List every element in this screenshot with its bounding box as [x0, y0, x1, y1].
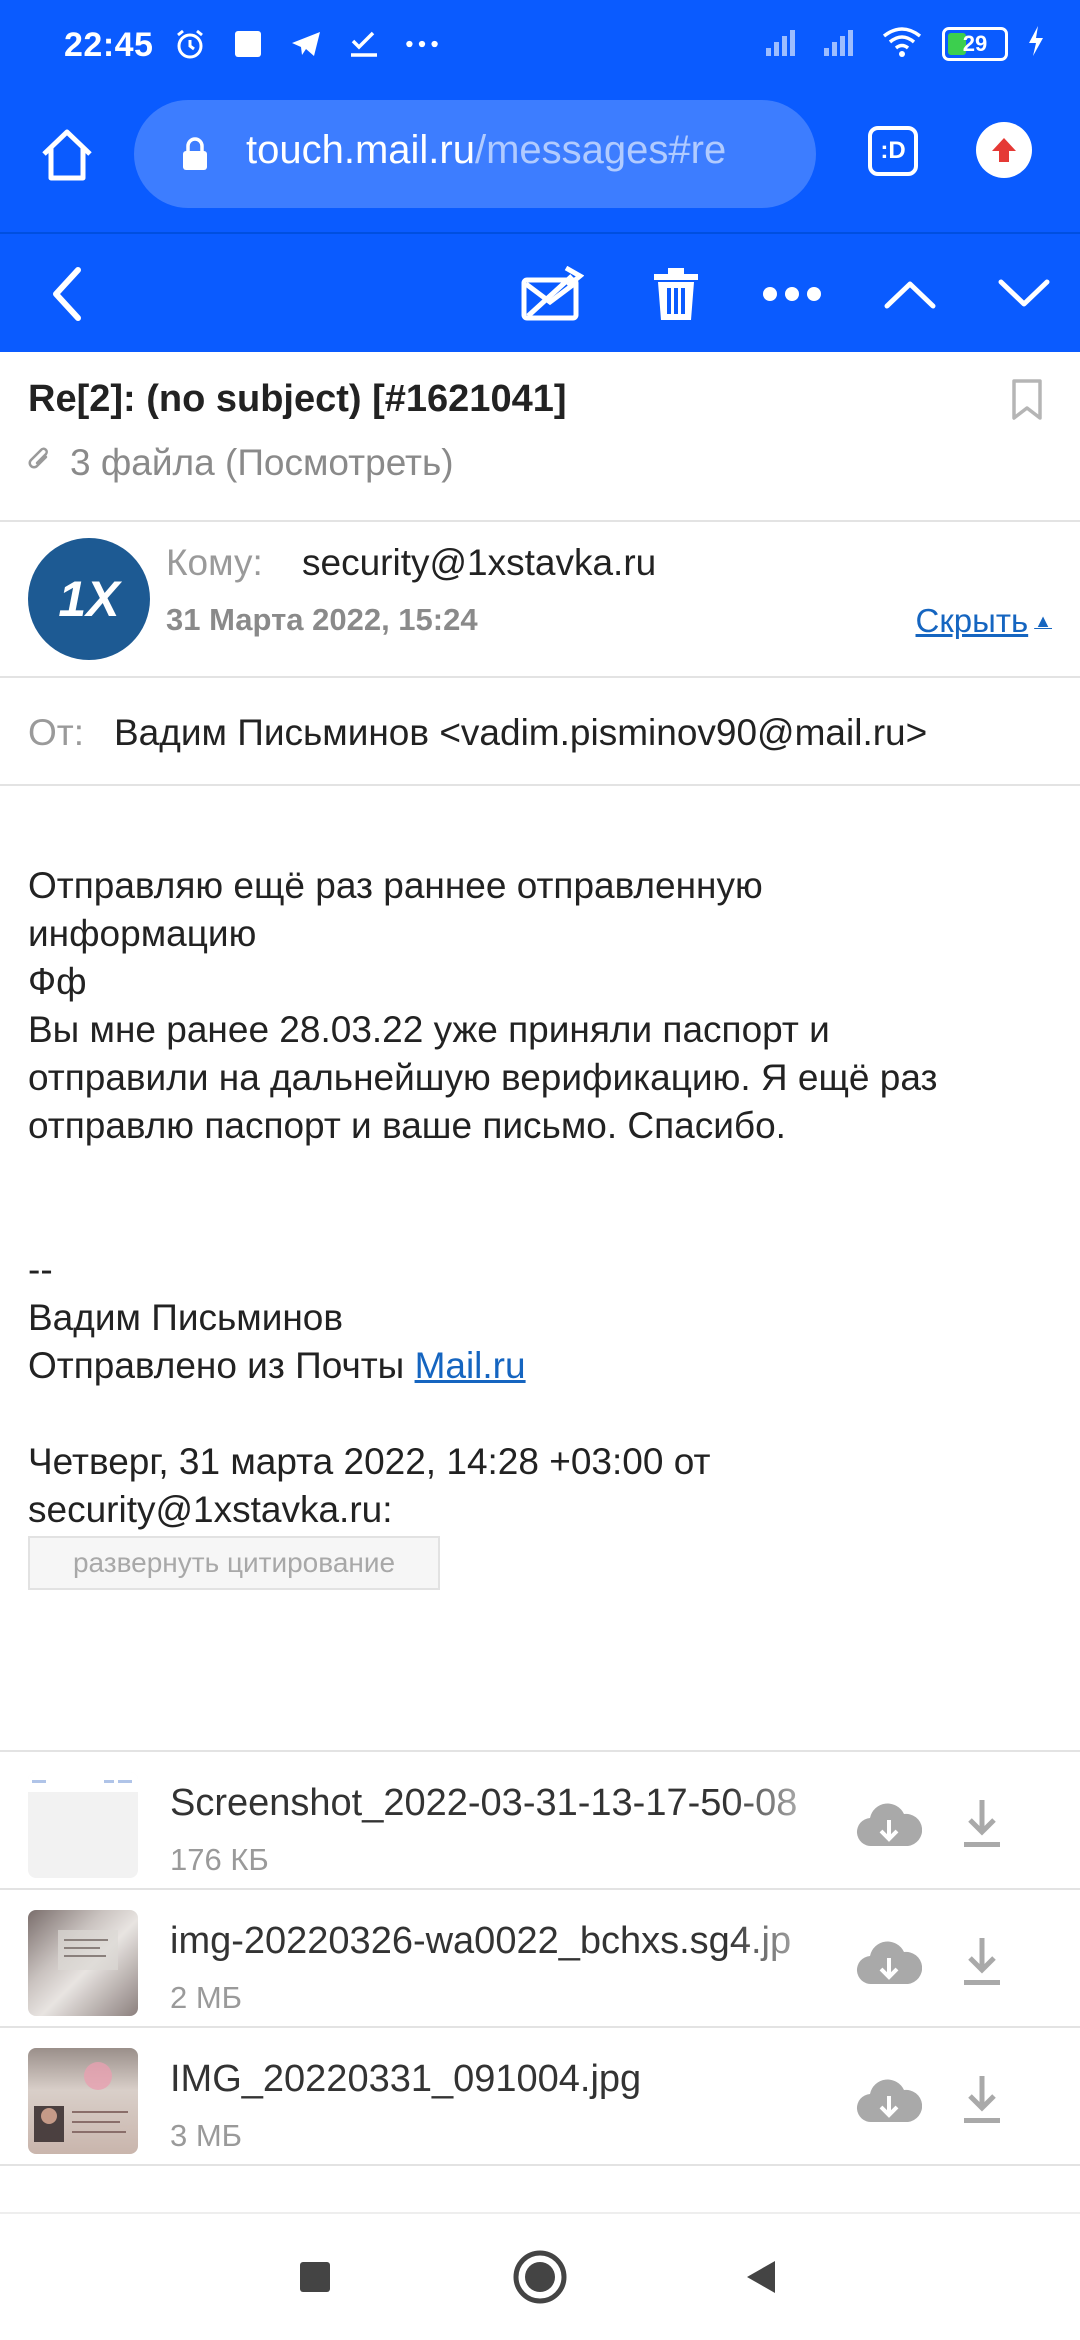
divider	[0, 784, 1080, 786]
mail-toolbar	[0, 232, 1080, 352]
recent-apps-icon[interactable]	[282, 2244, 348, 2310]
message-body: Отправляю ещё раз раннее отправленную ин…	[28, 862, 1058, 1150]
to-label: Кому:	[166, 542, 263, 583]
to-address: security@1xstavka.ru	[302, 542, 657, 583]
attachment-thumbnail	[28, 2048, 138, 2154]
caret-up-icon: ▲	[1034, 610, 1052, 631]
attachment-row[interactable]: img-20220326-wa0022_bchxs.sg4.jp 2 МБ	[0, 1890, 1080, 2026]
sender-avatar: 1X	[28, 538, 150, 660]
browser-bar: touch.mail.ru/messages#re :D	[0, 96, 1080, 232]
quote-header-line: Четверг, 31 марта 2022, 14:28 +03:00 от	[28, 1441, 711, 1482]
signal-icon-sim1	[764, 24, 804, 63]
more-notifications-icon	[404, 26, 440, 62]
telegram-icon	[288, 26, 324, 62]
trash-icon[interactable]	[644, 262, 708, 326]
expand-quote-button[interactable]: развернуть цитирование	[28, 1536, 440, 1590]
attachment-size: 176 КБ	[170, 1842, 269, 1877]
more-icon[interactable]	[760, 262, 824, 326]
body-line: отправлю паспорт и ваше письмо. Спасибо.	[28, 1105, 786, 1146]
status-time: 22:45	[64, 26, 154, 64]
save-to-cloud-icon[interactable]	[856, 1798, 923, 1854]
from-address: Вадим Письминов <vadim.pisminov90@mail.r…	[114, 712, 928, 753]
signature-separator: --	[28, 1249, 53, 1290]
tabs-button[interactable]: :D	[868, 126, 918, 176]
body-line: отправили на дальнейшую верификацию. Я е…	[28, 1057, 938, 1098]
back-icon[interactable]	[34, 262, 98, 326]
hide-details-link[interactable]: Скрыть ▲	[916, 602, 1052, 640]
download-icon[interactable]	[962, 1796, 1002, 1852]
alarm-icon	[172, 26, 208, 62]
lock-icon	[180, 136, 210, 172]
download-icon[interactable]	[962, 1934, 1002, 1990]
next-message-icon[interactable]	[992, 262, 1056, 326]
update-icon[interactable]	[976, 122, 1032, 178]
back-nav-icon[interactable]	[728, 2244, 794, 2310]
address-bar[interactable]: touch.mail.ru/messages#re	[134, 100, 816, 208]
battery-level: 29	[962, 30, 988, 56]
body-line: Вы мне ранее 28.03.22 уже приняли паспор…	[28, 1009, 830, 1050]
status-bar: 22:45 29	[0, 0, 1080, 96]
move-to-spam-icon[interactable]	[520, 262, 584, 326]
body-line: информацию	[28, 913, 257, 954]
home-nav-icon[interactable]	[507, 2244, 573, 2310]
divider	[0, 520, 1080, 522]
divider	[0, 676, 1080, 678]
attachments-summary[interactable]: 3 файла (Посмотреть)	[28, 442, 454, 484]
attachment-name: Screenshot_2022-03-31-13-17-50-08	[170, 1782, 798, 1824]
signature-sent-from: Отправлено из Почты Mail.ru	[28, 1342, 1058, 1390]
attachments-summary-label: 3 файла (Посмотреть)	[70, 442, 454, 483]
attachment-thumbnail	[28, 1772, 138, 1878]
url-text: touch.mail.ru/messages#re	[246, 128, 726, 173]
attachment-name: IMG_20220331_091004.jpg	[170, 2058, 642, 2100]
body-line: Фф	[28, 961, 87, 1002]
attachment-row[interactable]: Screenshot_2022-03-31-13-17-50-08 176 КБ	[0, 1752, 1080, 1888]
signature: -- Вадим Письминов Отправлено из Почты M…	[28, 1246, 1058, 1390]
attachment-name: img-20220326-wa0022_bchxs.sg4.jp	[170, 1920, 792, 1962]
signature-sent-from-text: Отправлено из Почты	[28, 1345, 415, 1386]
app-notification-icon	[230, 26, 266, 62]
battery-indicator: 29	[942, 26, 1008, 61]
save-to-cloud-icon[interactable]	[856, 2074, 923, 2130]
download-icon[interactable]	[962, 2072, 1002, 2128]
previous-message-icon[interactable]	[878, 262, 942, 326]
wifi-icon	[880, 24, 924, 63]
signal-icon-sim2	[822, 24, 862, 63]
task-done-icon	[346, 26, 382, 62]
from-label: От:	[28, 712, 85, 753]
attachment-size: 3 МБ	[170, 2118, 243, 2153]
attachment-size: 2 МБ	[170, 1980, 243, 2015]
mail-ru-link[interactable]: Mail.ru	[415, 1345, 526, 1386]
notification-icons	[172, 26, 440, 62]
signature-name: Вадим Письминов	[28, 1297, 344, 1338]
message-subject: Re[2]: (no subject) [#1621041]	[28, 378, 567, 420]
hide-details-label: Скрыть	[915, 602, 1029, 639]
url-path: /messages#re	[474, 128, 727, 172]
home-icon[interactable]	[36, 124, 98, 186]
save-to-cloud-icon[interactable]	[856, 1936, 923, 1992]
charging-icon	[1026, 24, 1046, 63]
paperclip-icon	[28, 442, 52, 484]
divider	[0, 2164, 1080, 2166]
system-navigation-bar	[0, 2212, 1080, 2340]
message-date: 31 Марта 2022, 15:24	[166, 602, 478, 637]
quote-header: Четверг, 31 марта 2022, 14:28 +03:00 от …	[28, 1438, 1058, 1534]
quote-header-line: security@1xstavka.ru:	[28, 1489, 393, 1530]
attachment-thumbnail	[28, 1910, 138, 2016]
bookmark-icon[interactable]	[1010, 378, 1044, 422]
attachment-row[interactable]: IMG_20220331_091004.jpg 3 МБ	[0, 2028, 1080, 2164]
url-host: touch.mail.ru	[246, 128, 475, 172]
system-indicators: 29	[764, 24, 1046, 63]
body-line: Отправляю ещё раз раннее отправленную	[28, 865, 763, 906]
